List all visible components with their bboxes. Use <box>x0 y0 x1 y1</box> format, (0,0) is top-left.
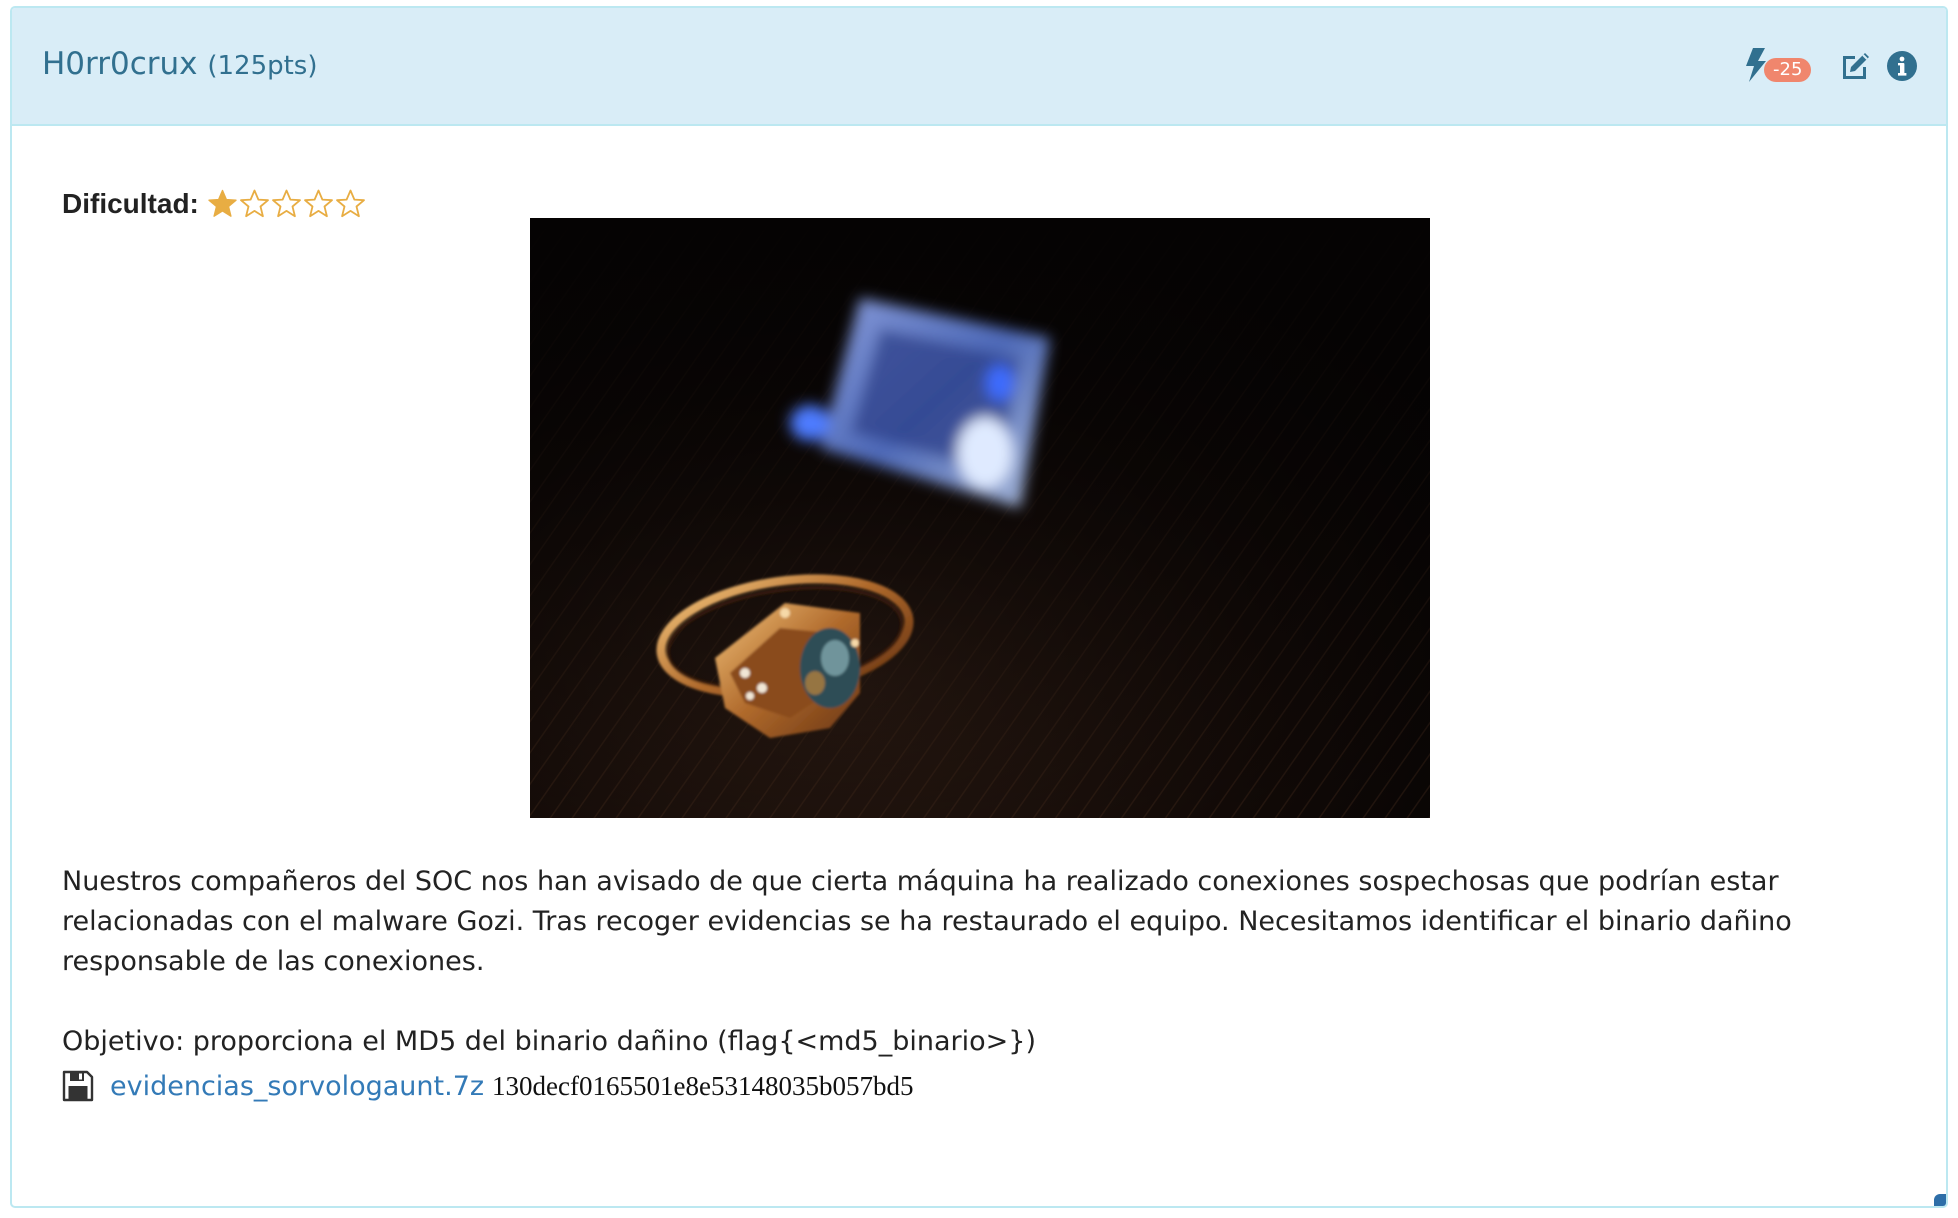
header-actions: -25 <box>1744 44 1918 88</box>
hint-cost-badge: -25 <box>1764 58 1812 82</box>
challenge-image <box>530 218 1430 818</box>
difficulty-rating: Dificultad: <box>62 186 367 222</box>
star-empty-icon <box>303 189 333 218</box>
star-empty-icon <box>335 189 365 218</box>
floppy-disk-icon <box>62 1070 94 1102</box>
challenge-description: Nuestros compañeros del SOC nos han avis… <box>62 866 1792 977</box>
challenge-header[interactable]: H0rr0crux (125pts) -25 <box>12 8 1946 126</box>
hint-button[interactable]: -25 <box>1744 44 1820 88</box>
attachment-download-link[interactable]: evidencias_sorvologaunt.7z <box>110 1071 484 1102</box>
challenge-objective: Objetivo: proporciona el MD5 del binario… <box>62 1026 1036 1057</box>
star-empty-icon <box>239 189 269 218</box>
difficulty-label: Dificultad: <box>62 188 199 219</box>
star-filled-icon <box>208 189 237 217</box>
attachment-row: evidencias_sorvologaunt.7z 130decf016550… <box>62 1066 913 1106</box>
edit-icon[interactable] <box>1838 49 1872 83</box>
star-empty-icon <box>271 189 301 218</box>
attachment-md5: 130decf0165501e8e53148035b057bd5 <box>492 1070 914 1101</box>
challenge-name: H0rr0crux <box>42 46 198 82</box>
info-circle-icon[interactable] <box>1886 50 1918 82</box>
challenge-panel: H0rr0crux (125pts) -25 Dificultad: Nuest… <box>10 6 1948 1208</box>
resize-handle[interactable] <box>1934 1194 1946 1206</box>
challenge-title[interactable]: H0rr0crux (125pts) <box>42 46 318 82</box>
challenge-points: (125pts) <box>207 51 318 81</box>
